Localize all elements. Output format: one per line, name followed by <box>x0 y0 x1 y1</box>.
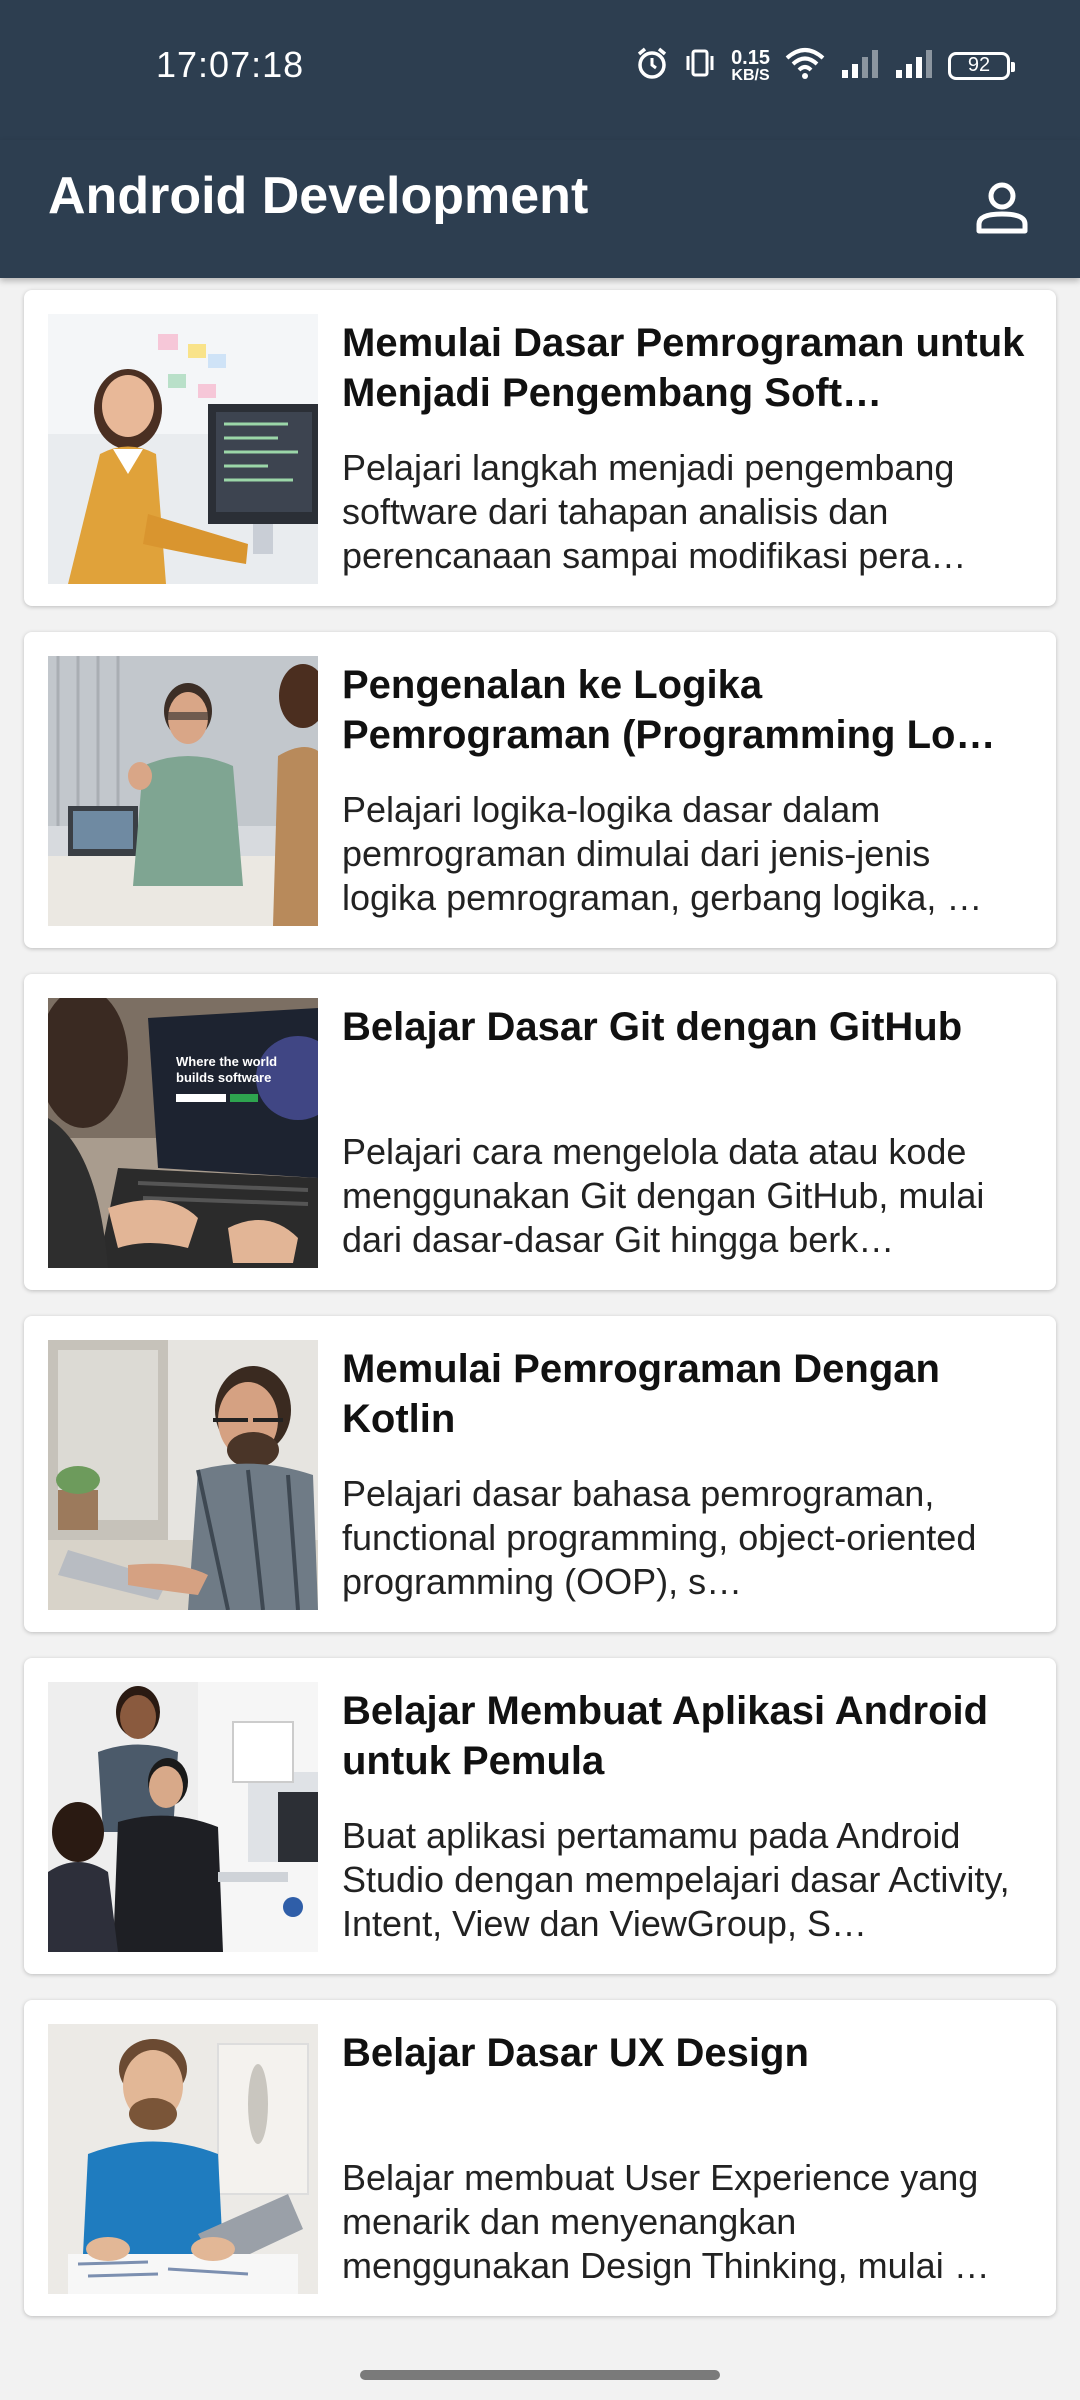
course-list: Memulai Dasar Pemrograman untuk Menjadi … <box>24 290 1056 2342</box>
person-icon <box>976 182 1028 234</box>
course-title: Pengenalan ke Logika Pemrograman (Progra… <box>342 663 996 757</box>
course-description: Pelajari dasar bahasa pemrograman, funct… <box>342 1473 977 1602</box>
battery-level: 92 <box>967 54 991 76</box>
vibrate-icon <box>683 46 717 85</box>
course-title: Memulai Dasar Pemrograman untuk Menjadi … <box>342 321 1025 415</box>
signal-icon <box>894 48 934 83</box>
alarm-icon <box>635 46 669 85</box>
battery-icon: 92 <box>948 51 1015 80</box>
course-description: Pelajari langkah menjadi pengembang soft… <box>342 447 967 576</box>
course-card[interactable]: Belajar Membuat Aplikasi Android untuk P… <box>24 1658 1056 1974</box>
home-indicator[interactable] <box>360 2370 720 2380</box>
course-card[interactable]: Belajar Dasar UX Design Belajar membuat … <box>24 2000 1056 2316</box>
status-bar: 17:07:18 0.15 KB/S 92 <box>0 0 1080 140</box>
course-thumbnail <box>48 656 318 926</box>
laptop-screen-text-1: Where the world <box>176 1054 277 1069</box>
signal-icon <box>840 48 880 83</box>
course-description: Buat aplikasi pertamamu pada Android Stu… <box>342 1815 1010 1944</box>
course-card[interactable]: Pengenalan ke Logika Pemrograman (Progra… <box>24 632 1056 948</box>
course-card[interactable]: Memulai Dasar Pemrograman untuk Menjadi … <box>24 290 1056 606</box>
wifi-icon <box>784 46 826 85</box>
app-title: Android Development <box>48 167 589 225</box>
network-speed: 0.15 KB/S <box>731 48 770 84</box>
status-icons: 0.15 KB/S 92 <box>635 46 1015 85</box>
profile-button[interactable] <box>960 166 1044 250</box>
course-thumbnail <box>48 314 318 584</box>
course-title: Belajar Membuat Aplikasi Android untuk P… <box>342 1689 989 1783</box>
net-speed-value: 0.15 <box>731 46 770 69</box>
course-description: Pelajari cara mengelola data atau kode m… <box>342 1131 985 1260</box>
course-card[interactable]: Memulai Pemrograman Dengan Kotlin Pelaja… <box>24 1316 1056 1632</box>
course-thumbnail: Where the world builds software <box>48 998 318 1268</box>
course-thumbnail <box>48 2024 318 2294</box>
course-description: Belajar membuat User Experience yang men… <box>342 2157 990 2286</box>
net-speed-unit: KB/S <box>731 66 770 84</box>
course-title: Belajar Dasar Git dengan GitHub <box>342 1005 963 1049</box>
course-description: Pelajari logika-logika dasar dalam pemro… <box>342 789 983 918</box>
course-card[interactable]: Where the world builds software Belajar … <box>24 974 1056 1290</box>
course-title: Memulai Pemrograman Dengan Kotlin <box>342 1347 940 1441</box>
laptop-screen-text-2: builds software <box>176 1070 271 1085</box>
course-thumbnail <box>48 1340 318 1610</box>
course-title: Belajar Dasar UX Design <box>342 2031 809 2075</box>
app-bar: Android Development <box>0 140 1080 278</box>
status-time: 17:07:18 <box>156 44 305 85</box>
course-thumbnail <box>48 1682 318 1952</box>
